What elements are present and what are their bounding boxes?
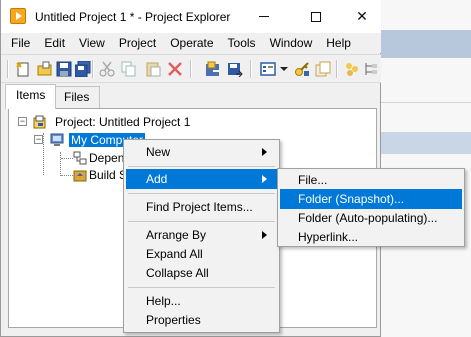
menu-separator [128,193,275,194]
menu-operate[interactable]: Operate [163,33,220,53]
background-window-band [380,132,471,154]
cut-icon[interactable] [99,61,115,77]
toolbar-separator [250,60,252,78]
submenu-item-folder-auto-populating[interactable]: Folder (Auto-populating)... [280,208,462,228]
minimize-icon [259,16,269,17]
properties-icon[interactable] [344,61,360,77]
submenu-item-hyperlink[interactable]: Hyperlink... [280,227,462,247]
menu-project[interactable]: Project [112,33,163,53]
menu-item-add-label: Add [146,172,168,186]
toolbar-separator [336,60,338,78]
project-icon [33,115,46,129]
menu-item-collapse-all[interactable]: Collapse All [126,263,277,283]
menu-item-arrange-by[interactable]: Arrange By [126,225,277,245]
collapse-project-toggle[interactable]: − [18,117,27,126]
paste-icon[interactable] [145,61,161,77]
submenu-item-file[interactable]: File... [280,170,462,190]
tree-item-project[interactable]: Project: Untitled Project 1 [55,114,190,130]
delete-icon[interactable] [167,61,183,77]
menu-file[interactable]: File [4,33,37,53]
build-icon[interactable] [205,61,221,77]
menu-window[interactable]: Window [263,33,320,53]
save-icon[interactable] [56,61,72,77]
computer-icon [50,133,64,146]
collapse-computer-toggle[interactable]: − [34,135,43,144]
save-all-icon[interactable] [75,61,91,77]
deploy-icon[interactable] [227,61,243,77]
view-options-icon[interactable] [260,61,276,77]
menu-item-expand-all[interactable]: Expand All [126,244,277,264]
menu-item-add[interactable]: Add [126,169,277,189]
open-icon[interactable] [37,61,53,77]
background-window-band [380,30,471,58]
tree-item-dependencies[interactable]: Depen [89,150,124,166]
tab-strip: Items Files [1,84,381,109]
build-specifications-icon [73,170,87,182]
menu-edit[interactable]: Edit [37,33,72,53]
maximize-icon [311,11,321,22]
close-icon: ✕ [356,8,368,24]
window-title: Untitled Project 1 * - Project Explorer [35,10,231,24]
tree-connector [43,133,44,175]
toolbar-separator [190,60,192,78]
tab-items[interactable]: Items [5,84,57,109]
menu-separator [128,221,275,222]
menu-item-new-label: New [146,145,171,159]
menu-help[interactable]: Help [319,33,358,53]
minimize-button[interactable] [241,0,287,33]
context-menu: New Add Find Project Items... Arrange By… [123,139,280,333]
key-icon[interactable] [294,61,310,77]
dropdown-icon[interactable] [279,61,289,77]
tree-icon[interactable] [363,61,379,77]
menu-bar: File Edit View Project Operate Tools Win… [1,33,381,53]
menu-tools[interactable]: Tools [221,33,263,53]
tab-files[interactable]: Files [53,86,101,108]
menu-item-arrange-by-label: Arrange By [146,228,207,242]
menu-item-help[interactable]: Help... [126,291,277,311]
title-bar: Untitled Project 1 * - Project Explorer … [1,0,381,33]
menu-item-new[interactable]: New [126,142,277,162]
dependencies-icon [73,151,87,165]
menu-item-properties[interactable]: Properties [126,310,277,330]
copy-icon[interactable] [121,61,137,77]
submenu-arrow-icon [262,148,267,156]
toolbar-separator [92,60,94,78]
tree-item-build-specifications[interactable]: Build S [89,167,127,183]
tree-connector [61,158,73,159]
maximize-button[interactable] [293,0,339,33]
add-file-icon[interactable] [315,61,331,77]
menu-view[interactable]: View [72,33,112,53]
close-button[interactable]: ✕ [339,0,385,33]
menu-separator [128,166,275,167]
tree-connector [61,175,73,176]
toolbar-grip [7,60,9,78]
labview-app-icon [10,8,26,24]
submenu-item-folder-snapshot[interactable]: Folder (Snapshot)... [280,189,462,209]
toolbar [1,54,381,83]
add-submenu: File... Folder (Snapshot)... Folder (Aut… [277,168,465,247]
new-icon[interactable] [15,61,31,77]
background-window-divider [380,102,471,103]
menu-separator [128,287,275,288]
tree-connector [60,152,61,176]
submenu-arrow-icon [262,231,267,239]
submenu-arrow-icon [262,175,267,183]
menu-item-find-project-items[interactable]: Find Project Items... [126,197,277,217]
